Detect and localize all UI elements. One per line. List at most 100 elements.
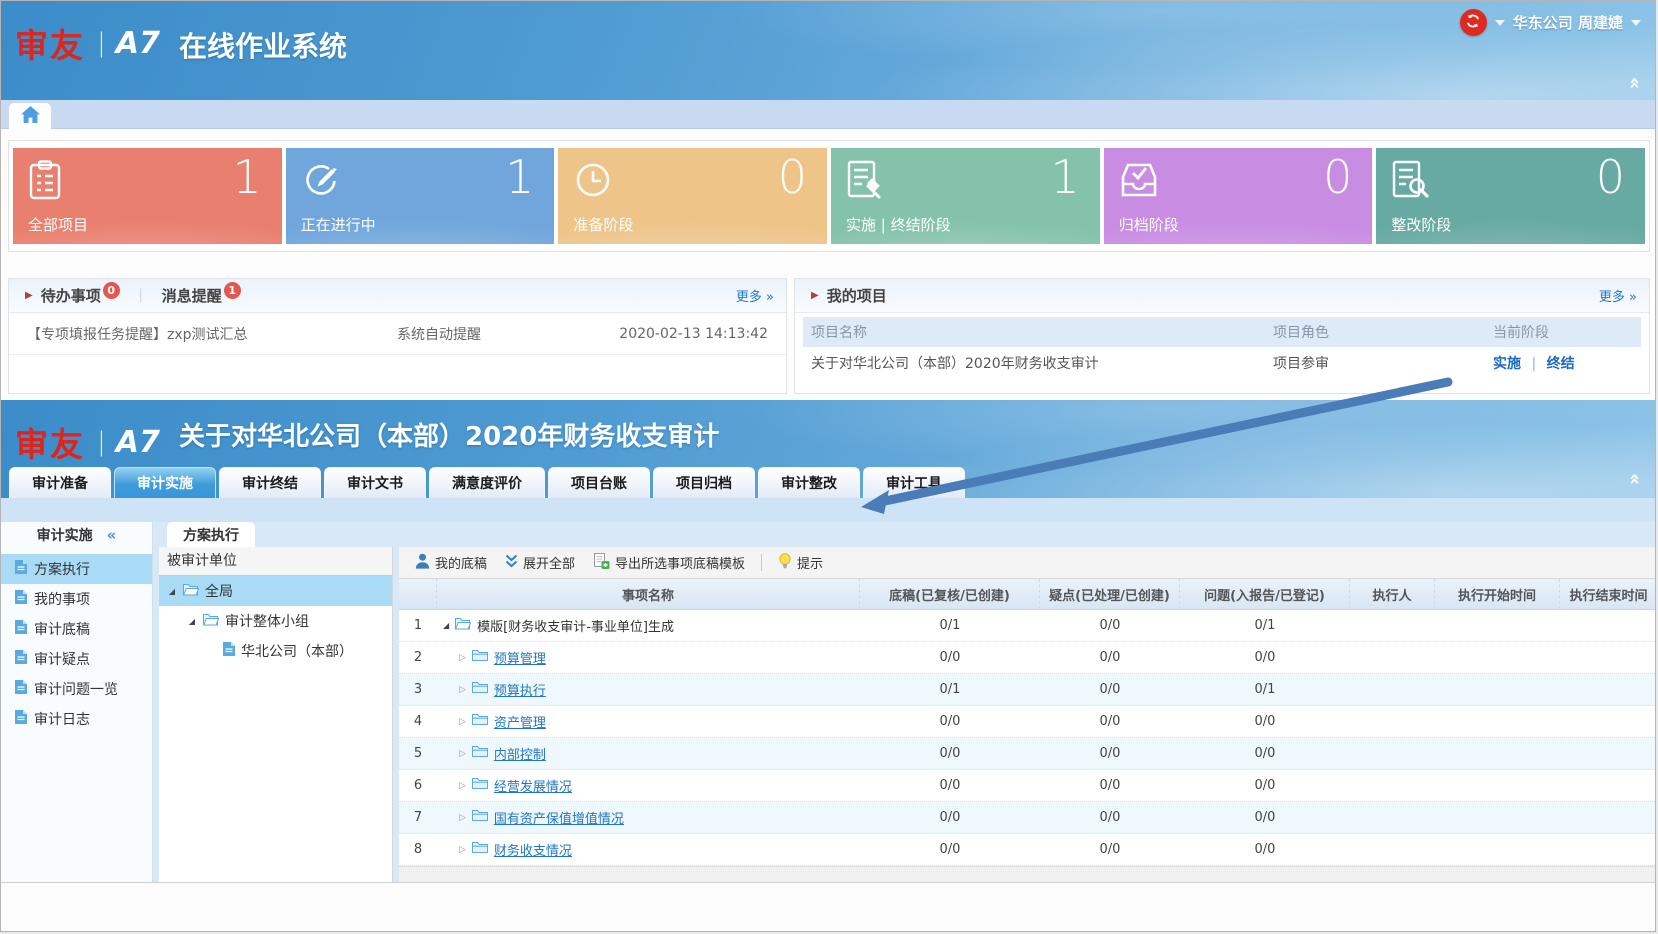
toolbar-button-label: 提示 bbox=[797, 553, 823, 572]
tab-message-reminder[interactable]: 消息提醒 bbox=[162, 285, 222, 306]
toolbar-button-我的底稿[interactable]: 我的底稿 bbox=[409, 553, 493, 573]
stat-card[interactable]: 1正在进行中 bbox=[286, 148, 555, 244]
toolbar-button-提示[interactable]: 提示 bbox=[772, 553, 829, 573]
projects-more-link[interactable]: 更多 » bbox=[1599, 286, 1637, 305]
chevron-down-icon[interactable] bbox=[1631, 20, 1641, 26]
tab-审计终结[interactable]: 审计终结 bbox=[219, 467, 321, 498]
stat-card[interactable]: 0准备阶段 bbox=[558, 148, 827, 244]
my-projects-panel: ▶ 我的项目 更多 » 项目名称 项目角色 当前阶段 关于对华北公司（本部）20… bbox=[794, 278, 1650, 394]
collapse-header-icon[interactable]: « bbox=[1624, 77, 1646, 89]
item-link[interactable]: 国有资产保值增值情况 bbox=[494, 808, 624, 827]
draft-count: 0/0 bbox=[860, 842, 1040, 857]
sidebar-item-label: 我的事项 bbox=[34, 589, 90, 609]
sidebar-item-审计疑点[interactable]: 审计疑点 bbox=[1, 644, 152, 674]
stat-card-value: 0 bbox=[778, 150, 807, 204]
sidebar-item-label: 方案执行 bbox=[34, 559, 90, 579]
tab-审计整改[interactable]: 审计整改 bbox=[758, 467, 860, 498]
tab-审计实施[interactable]: 审计实施 bbox=[114, 467, 216, 498]
system-title: 在线作业系统 bbox=[179, 25, 347, 65]
brand-divider: | bbox=[97, 28, 106, 58]
row-collapsed-icon[interactable]: ▷ bbox=[459, 749, 466, 759]
row-collapsed-icon[interactable]: ▷ bbox=[459, 781, 466, 791]
tree-node-全局[interactable]: ◢全局 bbox=[159, 576, 392, 606]
tab-项目归档[interactable]: 项目归档 bbox=[653, 467, 755, 498]
tree-expanded-icon[interactable]: ◢ bbox=[167, 587, 177, 596]
page-bottom-space bbox=[1, 882, 1655, 932]
tree-node-华北公司（本部）[interactable]: 华北公司（本部） bbox=[159, 636, 392, 666]
toolbar-button-展开全部[interactable]: 展开全部 bbox=[499, 553, 581, 572]
row-collapsed-icon[interactable]: ▷ bbox=[459, 845, 466, 855]
stage-link-implement[interactable]: 实施 bbox=[1493, 356, 1521, 372]
item-name-cell: ▷ 资产管理 bbox=[437, 712, 860, 731]
row-collapsed-icon[interactable]: ▷ bbox=[459, 813, 466, 823]
row-number: 8 bbox=[399, 842, 437, 857]
item-link[interactable]: 经营发展情况 bbox=[494, 776, 572, 795]
export-icon bbox=[593, 553, 610, 573]
tree-node-label: 华北公司（本部） bbox=[241, 641, 353, 661]
stat-card-value: 1 bbox=[1050, 150, 1079, 204]
tree-expanded-icon[interactable]: ◢ bbox=[187, 617, 197, 626]
stat-card[interactable]: 0归档阶段 bbox=[1104, 148, 1373, 244]
subtab-plan-execution[interactable]: 方案执行 bbox=[167, 522, 255, 547]
col-header: 事项名称 bbox=[437, 579, 860, 609]
sync-icon[interactable] bbox=[1460, 9, 1487, 36]
sidebar-item-方案执行[interactable]: 方案执行 bbox=[1, 554, 152, 584]
stat-card[interactable]: 1全部项目 bbox=[13, 148, 282, 244]
item-link[interactable]: 资产管理 bbox=[494, 712, 546, 731]
brand-divider: | bbox=[97, 427, 106, 457]
row-number: 7 bbox=[399, 810, 437, 825]
message-row[interactable]: 【专项填报任务提醒】zxp测试汇总 系统自动提醒 2020-02-13 14:1… bbox=[9, 313, 786, 355]
org-user-label[interactable]: 华东公司 周建婕 bbox=[1513, 12, 1623, 33]
person-icon bbox=[415, 553, 430, 573]
sidebar-item-label: 审计疑点 bbox=[34, 649, 90, 669]
stat-card[interactable]: 1实施 | 终结阶段 bbox=[831, 148, 1100, 244]
stat-card[interactable]: 0整改阶段 bbox=[1376, 148, 1645, 244]
item-link[interactable]: 预算管理 bbox=[494, 648, 546, 667]
tab-审计工具[interactable]: 审计工具 bbox=[863, 467, 965, 498]
draft-count: 0/0 bbox=[860, 650, 1040, 665]
tab-审计文书[interactable]: 审计文书 bbox=[324, 467, 426, 498]
row-collapsed-icon[interactable]: ▷ bbox=[459, 653, 466, 663]
message-title[interactable]: 【专项填报任务提醒】zxp测试汇总 bbox=[27, 324, 397, 344]
todo-panel: ▶ 待办事项 0 ｜ 消息提醒 1 更多 » 【专项填报任务提醒】zxp测试汇总… bbox=[8, 278, 787, 394]
sidebar-item-审计日志[interactable]: 审计日志 bbox=[1, 704, 152, 734]
col-header: 疑点(已处理/已创建) bbox=[1040, 579, 1180, 609]
row-collapsed-icon[interactable]: ▷ bbox=[459, 685, 466, 695]
toolbar-button-导出所选事项底稿模板[interactable]: 导出所选事项底稿模板 bbox=[587, 553, 751, 573]
sidebar-item-我的事项[interactable]: 我的事项 bbox=[1, 584, 152, 614]
item-link[interactable]: 预算执行 bbox=[494, 680, 546, 699]
todo-more-link[interactable]: 更多 » bbox=[736, 286, 774, 305]
project-role: 项目参审 bbox=[1273, 353, 1493, 373]
horizontal-scrollbar[interactable] bbox=[399, 866, 1656, 882]
sidebar-collapse-icon[interactable]: « bbox=[107, 526, 117, 544]
stage-link-conclude[interactable]: 终结 bbox=[1547, 356, 1575, 372]
tab-审计准备[interactable]: 审计准备 bbox=[9, 467, 111, 498]
item-link[interactable]: 内部控制 bbox=[494, 744, 546, 763]
row-number: 1 bbox=[399, 618, 437, 633]
sidebar-item-审计问题一览[interactable]: 审计问题一览 bbox=[1, 674, 152, 704]
item-link[interactable]: 财务收支情况 bbox=[494, 840, 572, 859]
panel-marker-icon: ▶ bbox=[811, 290, 819, 301]
app-logo: 审友 | A7 bbox=[15, 418, 160, 466]
row-expanded-icon[interactable]: ◢ bbox=[443, 621, 449, 630]
folder-icon bbox=[472, 713, 488, 730]
chevron-down-icon[interactable] bbox=[1495, 20, 1505, 26]
clipboard-icon bbox=[28, 160, 62, 204]
tab-项目台账[interactable]: 项目台账 bbox=[548, 467, 650, 498]
folder-icon bbox=[472, 681, 488, 698]
home-tab[interactable] bbox=[9, 103, 51, 129]
stat-card-value: 1 bbox=[505, 150, 534, 204]
problem-count: 0/0 bbox=[1180, 746, 1350, 761]
tab-todo-items[interactable]: 待办事项 bbox=[41, 285, 101, 306]
doubt-count: 0/0 bbox=[1040, 842, 1180, 857]
doc-icon bbox=[15, 620, 27, 638]
doubt-count: 0/0 bbox=[1040, 746, 1180, 761]
row-collapsed-icon[interactable]: ▷ bbox=[459, 717, 466, 727]
tree-header: 被审计单位 bbox=[159, 547, 392, 576]
item-name-cell: ◢模版[财务收支审计-事业单位]生成 bbox=[437, 616, 860, 635]
tree-node-审计整体小组[interactable]: ◢审计整体小组 bbox=[159, 606, 392, 636]
tab-满意度评价[interactable]: 满意度评价 bbox=[429, 467, 545, 498]
collapse-header-icon[interactable]: « bbox=[1624, 473, 1646, 485]
project-name[interactable]: 关于对华北公司（本部）2020年财务收支审计 bbox=[803, 353, 1273, 373]
sidebar-item-审计底稿[interactable]: 审计底稿 bbox=[1, 614, 152, 644]
